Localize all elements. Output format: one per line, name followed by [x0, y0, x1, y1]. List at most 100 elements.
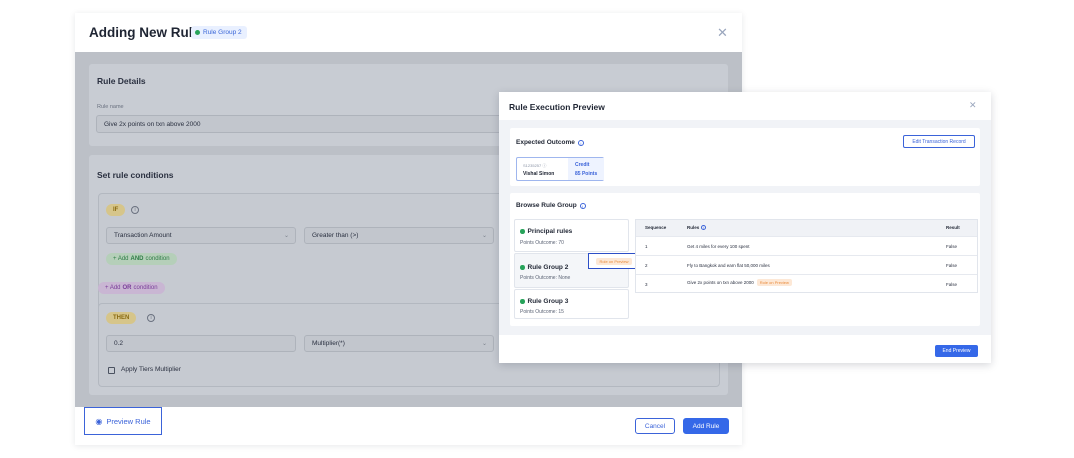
browse-rule-group-title-text: Browse Rule Group — [516, 202, 577, 209]
browse-rule-group-title: Browse Rule Group i — [516, 202, 586, 209]
multiplier-type-value: Multiplier(*) — [312, 340, 345, 347]
result-cell: False — [946, 244, 958, 249]
multiplier-value-input[interactable]: 0.2 — [106, 335, 296, 352]
rule-conditions-title: Set rule conditions — [97, 170, 174, 180]
multiplier-value: 0.2 — [114, 340, 124, 347]
cancel-button[interactable]: Cancel — [635, 418, 675, 434]
rule-group-outcome: Points Outcome: 15 — [520, 309, 564, 315]
rules-table-header: Sequence Rules i Result — [636, 220, 977, 236]
edit-transaction-record-button[interactable]: Edit Transaction Record — [903, 135, 975, 148]
rule-group-chip: Rule Group 2 — [191, 26, 247, 39]
condition-operator-select[interactable]: Greater than (>) ⌄ — [304, 227, 494, 244]
rule-group-item[interactable]: Rule Group 3 Points Outcome: 15 — [514, 289, 629, 319]
info-icon[interactable]: i — [131, 206, 139, 214]
rule-name-label: Rule name — [97, 104, 124, 110]
add-or-condition-button[interactable]: + Add OR condition — [98, 282, 165, 294]
apply-tiers-checkbox[interactable] — [108, 367, 115, 374]
sequence-cell: 2 — [645, 263, 648, 268]
credit-label: Credit — [575, 162, 590, 168]
rules-header-text: Rules — [687, 225, 700, 230]
rule-group-item-selected[interactable]: Rule Group 2 Points Outcome: None Role o… — [514, 253, 640, 288]
role-on-preview-text: Role on Preview — [596, 257, 632, 265]
preview-rule-button[interactable]: ◉ Preview Rule — [84, 407, 162, 435]
add-rule-button[interactable]: Add Rule — [683, 418, 729, 434]
sequence-cell: 3 — [645, 282, 648, 287]
rule-group-name-text: Rule Group 2 — [527, 264, 569, 271]
result-header: Result — [946, 225, 960, 230]
result-cell: False — [946, 282, 958, 287]
apply-tiers-label: Apply Tiers Multiplier — [121, 366, 181, 373]
rule-cell-text: Give 2x points on txn above 2000 — [687, 280, 754, 285]
status-dot-icon — [520, 299, 525, 304]
eye-icon: ◉ — [95, 416, 103, 426]
add-and-suffix: condition — [145, 256, 170, 262]
sequence-header: Sequence — [645, 225, 667, 230]
preview-body: Expected Outcome i Edit Transaction Reco… — [499, 120, 991, 335]
multiplier-type-select[interactable]: Multiplier(*) ⌄ — [304, 335, 494, 352]
condition-field-value: Transaction Amount — [114, 232, 172, 239]
add-or-suffix: condition — [133, 285, 158, 291]
outcome-points-panel: Credit 85 Points — [568, 158, 604, 180]
modal-footer: ◉ Preview Rule Cancel Add Rule — [75, 407, 742, 445]
add-or-prefix: + Add — [105, 285, 121, 291]
modal-header: Adding New Rule Rule Group 2 ✕ — [75, 13, 742, 53]
rule-group-name: Rule Group 2 — [520, 264, 568, 271]
rules-table: Sequence Rules i Result 1 Get 4 miles for… — [635, 219, 978, 293]
rule-group-name: Principal rules — [520, 228, 572, 235]
preview-title: Rule Execution Preview — [509, 102, 605, 112]
member-name: Vishal Simon — [523, 171, 555, 177]
rule-group-name-text: Principal rules — [527, 228, 573, 235]
info-icon[interactable]: i — [701, 225, 707, 230]
preview-rule-label: Preview Rule — [106, 416, 151, 426]
rule-name-input[interactable]: Give 2x points on txn above 2000 — [96, 115, 516, 133]
rule-execution-preview-panel: Rule Execution Preview ✕ Expected Outcom… — [499, 92, 991, 363]
role-on-preview-badge: Role on Preview — [756, 279, 792, 286]
rule-group-item[interactable]: Principal rules Points Outcome: 70 — [514, 219, 629, 252]
condition-operator-value: Greater than (>) — [312, 232, 359, 239]
add-and-prefix: + Add — [113, 256, 129, 262]
chevron-down-icon: ⌄ — [283, 233, 289, 239]
modal-title: Adding New Rule — [89, 25, 200, 40]
info-icon[interactable]: i — [579, 202, 586, 209]
rule-group-name: Rule Group 3 — [520, 298, 568, 305]
table-row: 1 Get 4 miles for every 100 spent False — [636, 236, 977, 254]
info-icon[interactable]: i — [147, 314, 155, 322]
expected-outcome-card: Expected Outcome i Edit Transaction Reco… — [510, 128, 980, 186]
add-or-bold: OR — [122, 285, 132, 291]
rule-group-chip-label: Rule Group 2 — [203, 29, 242, 36]
rule-cell: Give 2x points on txn above 2000 Role on … — [687, 279, 792, 286]
close-icon[interactable]: ✕ — [969, 101, 977, 110]
status-dot-icon — [520, 229, 525, 234]
expected-outcome-title: Expected Outcome i — [516, 139, 584, 146]
status-dot-icon — [195, 30, 200, 35]
role-on-preview-badge: Role on Preview — [588, 253, 640, 269]
if-tag: IF — [106, 204, 126, 216]
sequence-cell: 1 — [645, 244, 648, 249]
rule-cell: Get 4 miles for every 100 spent — [687, 244, 750, 249]
outcome-summary: S1235257 ⓘ Vishal Simon Credit 85 Points — [516, 157, 604, 181]
status-dot-icon — [520, 265, 525, 270]
table-row: 2 Fly to Bangkok and earn flat 50,000 mi… — [636, 255, 977, 273]
record-id: S1235257 ⓘ — [523, 163, 547, 168]
browse-content: Principal rules Points Outcome: 70 Rule … — [514, 219, 986, 319]
browse-rule-group-card: Browse Rule Group i Principal rules Poin… — [510, 193, 980, 326]
condition-field-select[interactable]: Transaction Amount ⌄ — [106, 227, 296, 244]
close-icon[interactable]: ✕ — [717, 26, 728, 39]
rule-name-value: Give 2x points on txn above 2000 — [104, 120, 201, 128]
rule-cell: Fly to Bangkok and earn flat 50,000 mile… — [687, 263, 770, 268]
rule-group-outcome: Points Outcome: 70 — [520, 240, 564, 246]
screen: Adding New Rule Rule Group 2 ✕ Rule Deta… — [0, 0, 1074, 458]
chevron-down-icon: ⌄ — [481, 233, 487, 239]
add-and-condition-button[interactable]: + Add AND condition — [106, 253, 177, 265]
rule-group-name-text: Rule Group 3 — [527, 298, 569, 305]
result-cell: False — [946, 263, 958, 268]
table-row: 3 Give 2x points on txn above 2000 Role o… — [636, 274, 977, 292]
then-tag: THEN — [106, 312, 137, 324]
expected-outcome-title-text: Expected Outcome — [516, 139, 575, 146]
end-preview-button[interactable]: End Preview — [935, 345, 978, 357]
rules-header: Rules i — [687, 225, 707, 230]
chevron-down-icon: ⌄ — [481, 341, 487, 347]
points-value: 85 Points — [575, 171, 598, 177]
info-icon[interactable]: i — [577, 139, 584, 146]
rule-details-title: Rule Details — [97, 76, 146, 86]
